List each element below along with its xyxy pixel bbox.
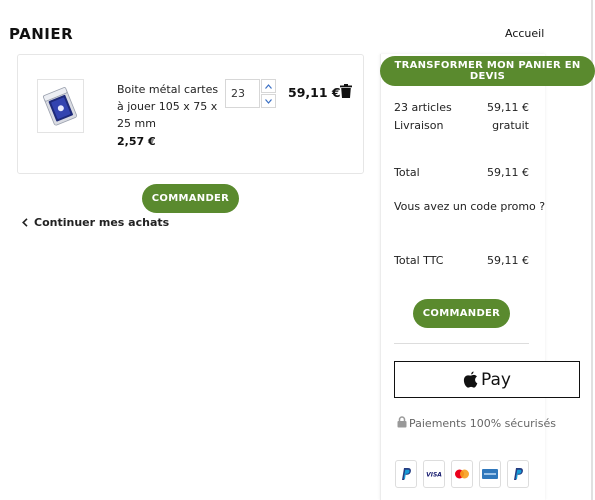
total-ttc-value: 59,11 € [487, 254, 529, 267]
continue-shopping-label: Continuer mes achats [34, 216, 170, 229]
apple-icon [463, 371, 478, 388]
amex-icon [479, 460, 501, 488]
secure-payment-note: Paiements 100% sécurisés [394, 415, 559, 433]
continue-shopping-link[interactable]: Continuer mes achats [22, 216, 169, 229]
summary-divider [394, 343, 529, 344]
total-ttc-label: Total TTC [394, 254, 444, 267]
paypal-icon [395, 460, 417, 488]
chevron-up-icon [265, 83, 272, 89]
product-image[interactable] [37, 79, 84, 133]
cart-item-card: Boite métal cartes à jouer 105 x 75 x 25… [17, 54, 364, 174]
total-ttc-row: Total TTC 59,11 € [394, 254, 529, 267]
quantity-input[interactable] [225, 79, 260, 108]
quantity-increase-button[interactable] [261, 79, 276, 93]
apple-pay-label: Pay [481, 369, 511, 390]
total-value: 59,11 € [487, 166, 529, 179]
shipping-label: Livraison [394, 119, 444, 132]
quote-button[interactable]: TRANSFORMER MON PANIER EN DEVIS [380, 56, 595, 86]
visa-icon: VISA [423, 460, 445, 488]
articles-row: 23 articles 59,11 € [394, 101, 529, 114]
secure-payment-text: Paiements 100% sécurisés [409, 417, 556, 430]
product-name[interactable]: Boite métal cartes à jouer 105 x 75 x 25… [117, 81, 227, 132]
trash-icon[interactable] [340, 84, 352, 98]
quantity-decrease-button[interactable] [261, 94, 276, 108]
home-link[interactable]: Accueil [505, 27, 544, 40]
paypal-icon [507, 460, 529, 488]
summary-order-button[interactable]: COMMANDER [413, 299, 510, 328]
total-row: Total 59,11 € [394, 166, 529, 179]
promo-code-link[interactable]: Vous avez un code promo ? [394, 200, 545, 213]
chevron-left-icon [22, 218, 28, 227]
articles-value: 59,11 € [487, 101, 529, 114]
page-title: PANIER [9, 25, 74, 43]
articles-label: 23 articles [394, 101, 452, 114]
total-label: Total [394, 166, 420, 179]
chevron-down-icon [265, 98, 272, 104]
product-unit-price: 2,57 € [117, 135, 156, 148]
svg-text:VISA: VISA [426, 472, 442, 479]
mastercard-icon [451, 460, 473, 488]
shipping-value: gratuit [492, 119, 529, 132]
payment-methods: VISA [395, 460, 529, 488]
line-total: 59,11 € [288, 85, 341, 100]
quantity-stepper [225, 79, 276, 109]
shipping-row: Livraison gratuit [394, 119, 529, 132]
apple-pay-button[interactable]: Pay [394, 361, 580, 398]
lock-icon [397, 416, 407, 428]
order-button[interactable]: COMMANDER [142, 184, 239, 213]
